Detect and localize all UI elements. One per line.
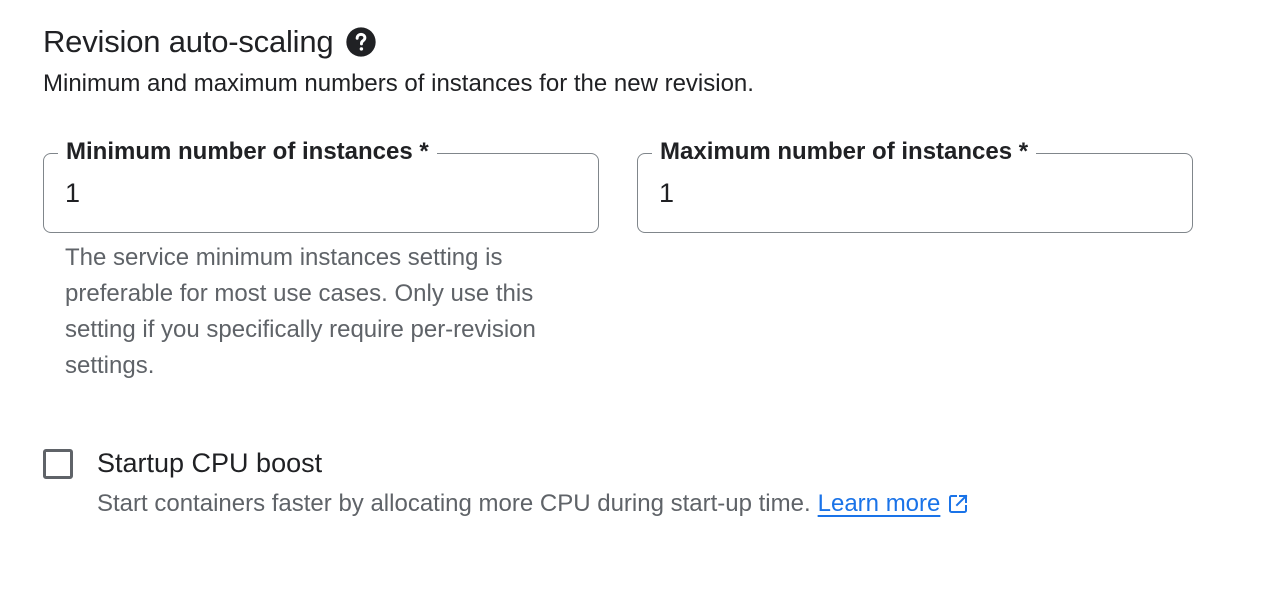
cpu-boost-description: Start containers faster by allocating mo… [97,490,970,518]
help-circle-icon[interactable] [345,26,377,58]
revision-autoscaling-panel: Revision auto-scaling Minimum and maximu… [0,0,1272,595]
cpu-boost-row: Startup CPU boost [43,448,322,479]
section-title: Revision auto-scaling [43,24,334,59]
section-description: Minimum and maximum numbers of instances… [43,70,754,97]
max-instances-field: Maximum number of instances * [637,137,1193,233]
min-instances-helper-text: The service minimum instances setting is… [65,244,536,379]
min-instances-label: Minimum number of instances * [58,137,437,167]
learn-more-link[interactable]: Learn more [818,490,971,518]
learn-more-label[interactable]: Learn more [818,490,941,518]
open-in-new-icon[interactable] [946,492,970,516]
max-instances-label: Maximum number of instances * [652,137,1037,167]
cpu-boost-label[interactable]: Startup CPU boost [97,448,322,479]
min-instances-field: Minimum number of instances * [43,137,599,233]
cpu-boost-description-text: Start containers faster by allocating mo… [97,490,811,517]
min-instances-input[interactable] [65,176,565,210]
max-instances-input[interactable] [659,176,1159,210]
cpu-boost-checkbox[interactable] [43,448,73,479]
section-header: Revision auto-scaling [43,24,377,60]
